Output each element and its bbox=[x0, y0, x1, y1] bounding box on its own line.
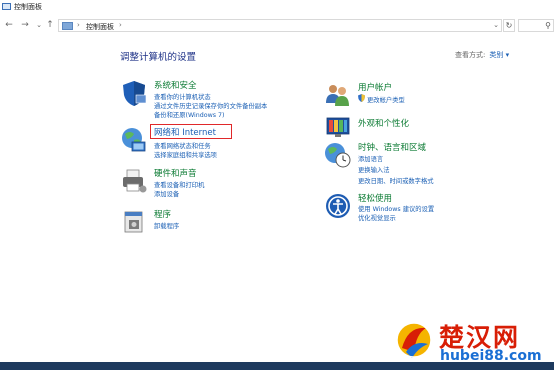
refresh-button[interactable]: ↻ bbox=[503, 19, 515, 32]
category-title[interactable]: 系统和安全 bbox=[154, 79, 197, 91]
back-arrow-icon[interactable]: ← bbox=[4, 20, 14, 30]
chevron-down-icon[interactable]: ⌄ bbox=[493, 21, 499, 29]
clock-globe-icon bbox=[325, 143, 351, 168]
watermark: 楚汉网 hubei88.com bbox=[392, 318, 554, 366]
category-title[interactable]: 轻松使用 bbox=[358, 192, 392, 204]
recent-locations-icon[interactable]: ⌄ bbox=[34, 20, 44, 30]
category-link[interactable]: 查看网络状态和任务 bbox=[154, 141, 211, 150]
title-bar: 控制面板 bbox=[0, 0, 554, 13]
breadcrumb-control-panel[interactable]: 控制面板 bbox=[86, 22, 114, 32]
category-link[interactable]: 查看设备和打印机 bbox=[154, 180, 204, 189]
category-link[interactable]: 查看你的计算机状态 bbox=[154, 92, 211, 101]
category-title[interactable]: 程序 bbox=[154, 208, 171, 220]
watermark-logo-icon bbox=[396, 322, 432, 358]
category-title[interactable]: 外观和个性化 bbox=[358, 117, 409, 129]
category-title[interactable]: 硬件和声音 bbox=[154, 167, 197, 179]
control-panel-icon bbox=[62, 22, 73, 30]
category-programs: 程序 卸载程序 bbox=[120, 208, 320, 236]
category-link[interactable]: 添加设备 bbox=[154, 189, 179, 198]
category-link[interactable]: 添加语言 bbox=[358, 154, 383, 163]
shield-icon bbox=[123, 81, 147, 106]
control-panel-icon bbox=[2, 3, 11, 10]
up-arrow-icon[interactable]: ↑ bbox=[45, 20, 55, 30]
category-appearance: 外观和个性化 bbox=[324, 113, 524, 141]
window-title: 控制面板 bbox=[14, 3, 42, 11]
shield-icon bbox=[358, 94, 365, 102]
search-icon[interactable]: ⚲ bbox=[545, 21, 551, 30]
page-title: 调整计算机的设置 bbox=[120, 52, 197, 63]
search-input[interactable]: ⚲ bbox=[518, 19, 554, 32]
ease-of-access-icon bbox=[326, 194, 350, 218]
network-globe-icon bbox=[122, 128, 146, 152]
forward-arrow-icon[interactable]: → bbox=[20, 20, 30, 30]
category-link[interactable]: 备份和还原(Windows 7) bbox=[154, 110, 225, 119]
view-by: 查看方式: 类别 ▾ bbox=[455, 50, 509, 60]
watermark-url: hubei88.com bbox=[440, 348, 542, 364]
category-link[interactable]: 优化视觉显示 bbox=[358, 213, 396, 222]
category-link[interactable]: 更改帐户类型 bbox=[367, 95, 405, 104]
address-bar[interactable]: › 控制面板 › ⌄ bbox=[58, 19, 502, 32]
category-user-accounts: 用户帐户 更改帐户类型 bbox=[324, 81, 524, 109]
category-network-internet: 网络和 Internet 查看网络状态和任务 选择家庭组和共享选项 bbox=[120, 126, 320, 162]
users-icon bbox=[326, 85, 349, 106]
appearance-icon bbox=[326, 117, 350, 137]
programs-icon bbox=[124, 211, 143, 233]
category-link[interactable]: 卸载程序 bbox=[154, 221, 179, 230]
category-title[interactable]: 用户帐户 bbox=[358, 81, 392, 93]
category-link[interactable]: 使用 Windows 建议的设置 bbox=[358, 204, 434, 213]
view-by-label: 查看方式: bbox=[455, 51, 486, 59]
category-link[interactable]: 更换输入法 bbox=[358, 165, 389, 174]
category-hardware-sound: 硬件和声音 查看设备和打印机 添加设备 bbox=[120, 167, 320, 203]
breadcrumb-separator-icon[interactable]: › bbox=[77, 21, 80, 29]
category-system-security: 系统和安全 查看你的计算机状态 通过文件历史记录保存你的文件备份副本 备份和还原… bbox=[120, 79, 320, 124]
navigation-bar: ← → ⌄ ↑ › 控制面板 › ⌄ bbox=[0, 16, 554, 36]
category-link[interactable]: 更改日期、时间或数字格式 bbox=[358, 176, 434, 185]
breadcrumb-separator-icon[interactable]: › bbox=[119, 21, 122, 29]
view-by-dropdown[interactable]: 类别 ▾ bbox=[489, 51, 509, 59]
category-link[interactable]: 通过文件历史记录保存你的文件备份副本 bbox=[154, 101, 267, 110]
printer-icon bbox=[123, 169, 147, 193]
category-link[interactable]: 选择家庭组和共享选项 bbox=[154, 150, 217, 159]
category-clock-language-region: 时钟、语言和区域 添加语言 更换输入法 更改日期、时间或数字格式 bbox=[324, 141, 524, 186]
category-title[interactable]: 时钟、语言和区域 bbox=[358, 141, 426, 153]
category-title[interactable]: 网络和 Internet bbox=[154, 126, 216, 138]
category-ease-of-access: 轻松使用 使用 Windows 建议的设置 优化视觉显示 bbox=[324, 192, 524, 228]
